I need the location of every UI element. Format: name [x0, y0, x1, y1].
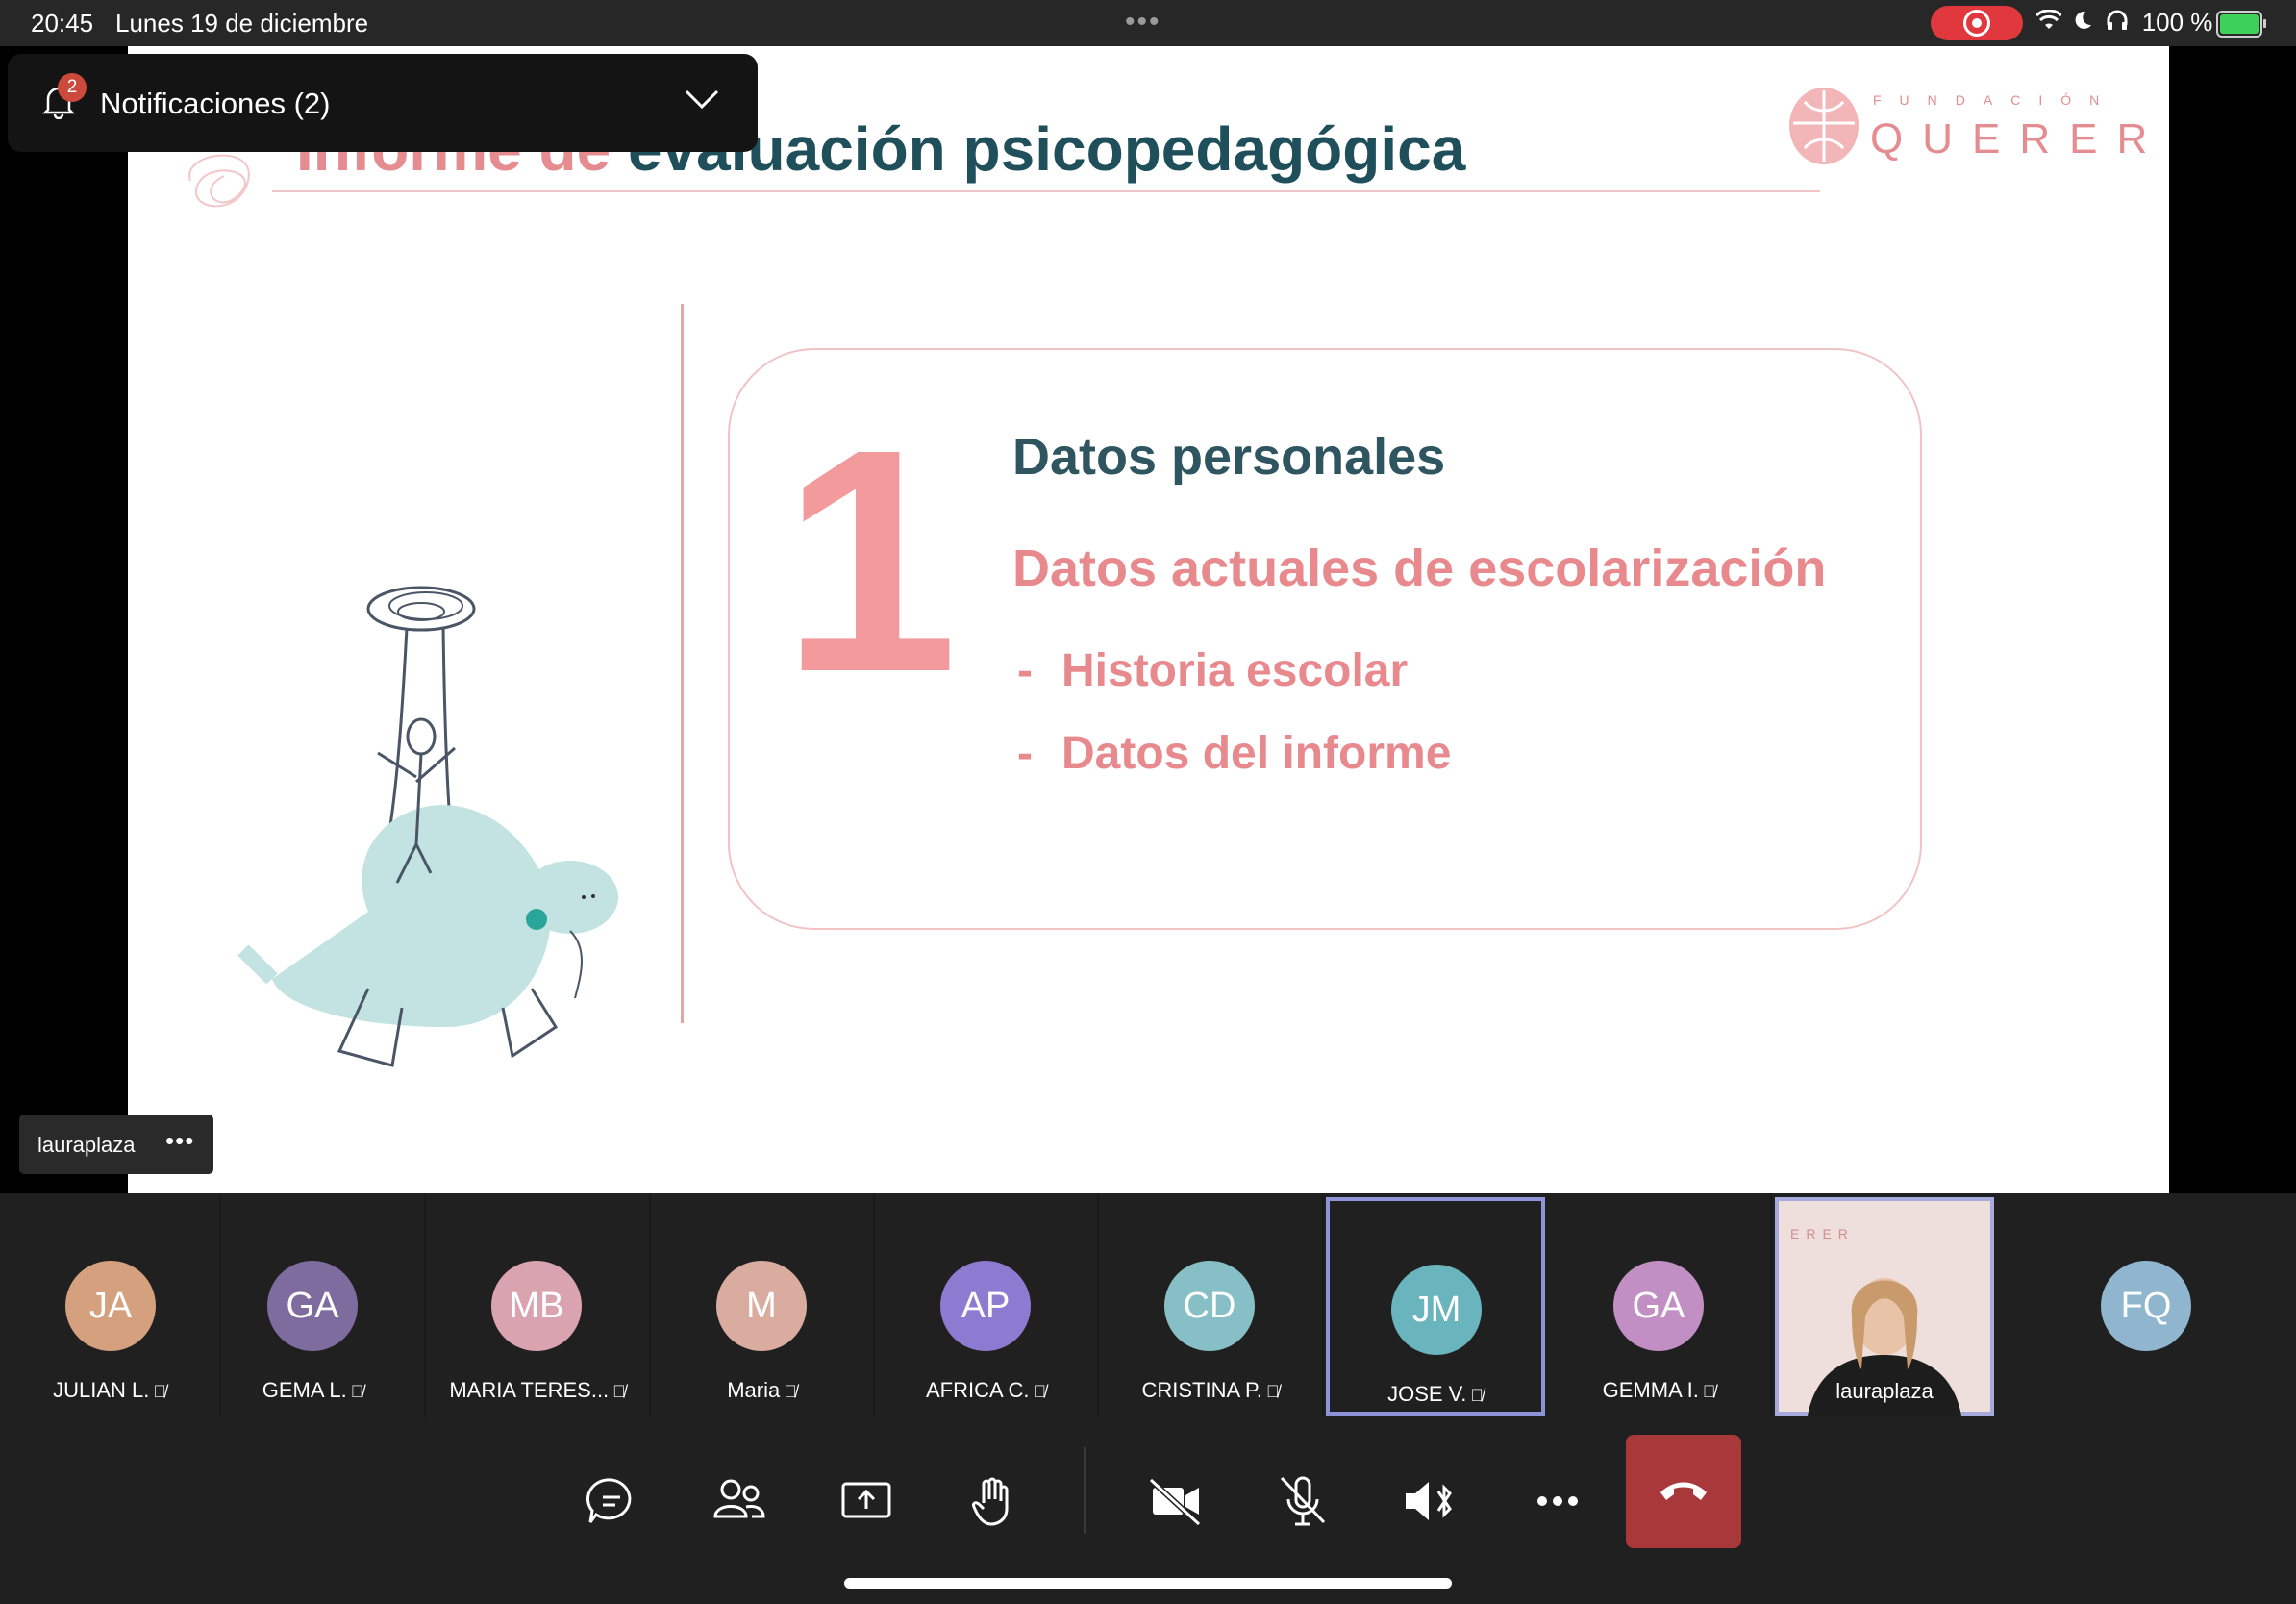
participant-name: lauraplaza: [1835, 1379, 1934, 1403]
mic-off-icon[interactable]: [1262, 1461, 1343, 1541]
call-toolbar: [0, 1418, 2296, 1604]
participant-tile[interactable]: JA JULIAN L. 🎙̸: [0, 1193, 221, 1418]
avatar: GA: [1613, 1261, 1704, 1351]
moon-icon: [2074, 8, 2100, 37]
agenda-subitem-label: Datos del informe: [1061, 728, 1452, 779]
headphones-icon: [2106, 8, 2135, 37]
status-date: Lunes 19 de diciembre: [115, 9, 369, 38]
participant-name-text: CRISTINA P.: [1141, 1378, 1263, 1402]
turtle-illustration: [237, 586, 618, 1067]
participant-tile[interactable]: GA GEMA L. 🎙̸: [202, 1193, 426, 1418]
presenter-more-icon[interactable]: •••: [165, 1126, 194, 1156]
participant-name: Maria 🎙̸: [651, 1378, 873, 1403]
toolbar-divider: [1084, 1447, 1086, 1534]
participant-name: JULIAN L. 🎙̸: [0, 1378, 219, 1403]
agenda-item-escolarizacion: Datos actuales de escolarización: [1012, 539, 1827, 597]
participant-video-tile[interactable]: ERER lauraplaza: [1775, 1197, 1994, 1416]
agenda-subitem-label: Historia escolar: [1061, 645, 1409, 696]
agenda-subitem-historia: - Historia escolar: [1017, 644, 1408, 697]
participant-name: GEMMA I. 🎙̸: [1548, 1378, 1770, 1403]
raise-hand-icon[interactable]: [953, 1461, 1034, 1541]
brand-querer: QUERER: [1870, 115, 2167, 163]
agenda-item-datos-personales: Datos personales: [1012, 428, 1446, 486]
avatar: MB: [491, 1261, 582, 1351]
avatar: JM: [1391, 1265, 1482, 1355]
avatar: FQ: [2101, 1261, 2191, 1351]
mic-muted-icon: 🎙̸: [612, 1382, 626, 1401]
vertical-divider: [681, 304, 684, 1023]
hangup-icon: [1660, 1482, 1707, 1500]
presenter-name: lauraplaza: [37, 1133, 136, 1157]
screen-record-indicator[interactable]: [1931, 6, 2023, 40]
brand-fundacion: FUNDACIÓN: [1873, 92, 2118, 108]
wifi-icon: [2034, 8, 2068, 37]
system-icons: 100 %: [2034, 8, 2218, 38]
mic-muted-icon: 🎙̸: [1266, 1382, 1280, 1401]
notifications-label: Notificaciones (2): [100, 87, 331, 120]
mic-muted-icon: 🎙̸: [350, 1382, 364, 1401]
avatar: AP: [940, 1261, 1031, 1351]
multitasking-dots-icon[interactable]: •••: [1125, 6, 1161, 38]
participants-strip: JA JULIAN L. 🎙̸ GA GEMA L. 🎙̸ MB MARIA TER…: [0, 1193, 2296, 1418]
avatar: CD: [1164, 1261, 1255, 1351]
title-underline: [272, 190, 1820, 192]
participant-tile[interactable]: MB MARIA TERES... 🎙̸: [426, 1193, 651, 1418]
record-icon: [1963, 10, 1990, 37]
participant-name-text: AFRICA C.: [925, 1378, 1030, 1402]
participant-name: AFRICA C. 🎙̸: [875, 1378, 1097, 1403]
shared-slide: Informe de evaluación psicopedagógica FU…: [128, 46, 2169, 1193]
participant-name: CRISTINA P. 🎙̸: [1099, 1378, 1322, 1403]
mic-muted-icon: 🎙̸: [153, 1382, 166, 1401]
participant-name: MARIA TERES... 🎙̸: [426, 1378, 649, 1403]
section-number: 1: [782, 383, 959, 738]
status-bar: 20:45 Lunes 19 de diciembre ••• 100 %: [0, 0, 2296, 46]
participant-tile[interactable]: FQ: [1997, 1193, 2296, 1418]
agenda-subitem-informe: - Datos del informe: [1017, 727, 1451, 780]
bullet-dash: -: [1017, 645, 1033, 696]
share-screen-icon[interactable]: [826, 1461, 907, 1541]
people-icon[interactable]: [698, 1461, 779, 1541]
participant-name: GEMA L. 🎙̸: [202, 1378, 424, 1403]
battery-icon: [2216, 11, 2266, 38]
participant-name: JOSE V. 🎙̸: [1330, 1382, 1541, 1407]
mic-muted-icon: 🎙̸: [1702, 1382, 1716, 1401]
avatar: M: [716, 1261, 807, 1351]
chat-icon[interactable]: [571, 1461, 652, 1541]
participant-name-text: JULIAN L.: [53, 1378, 150, 1402]
participant-tile[interactable]: GA GEMMA I. 🎙̸: [1548, 1193, 1772, 1418]
chevron-down-icon[interactable]: [685, 88, 719, 110]
avatar: JA: [65, 1261, 156, 1351]
participant-tile[interactable]: CD CRISTINA P. 🎙̸: [1099, 1193, 1324, 1418]
notification-count-badge: 2: [58, 73, 87, 102]
more-icon[interactable]: [1517, 1461, 1598, 1541]
participant-name-text: MARIA TERES...: [449, 1378, 610, 1402]
bullet-dash: -: [1017, 728, 1033, 779]
participant-name-text: JOSE V.: [1387, 1382, 1467, 1406]
avatar: GA: [267, 1261, 358, 1351]
status-time: 20:45: [31, 9, 94, 38]
brain-logo-icon: [1789, 88, 1859, 164]
participant-tile-active[interactable]: JM JOSE V. 🎙̸: [1326, 1197, 1545, 1416]
participant-name-text: GEMA L.: [262, 1378, 347, 1402]
participant-tile[interactable]: AP AFRICA C. 🎙̸: [875, 1193, 1099, 1418]
speaker-bluetooth-icon[interactable]: [1390, 1461, 1471, 1541]
presenter-label[interactable]: lauraplaza •••: [19, 1115, 213, 1174]
hangup-button[interactable]: [1626, 1435, 1741, 1548]
participant-name-text: GEMMA I.: [1602, 1378, 1699, 1402]
mic-muted-icon: 🎙̸: [784, 1382, 797, 1401]
mic-muted-icon: 🎙̸: [1470, 1386, 1484, 1405]
battery-percent: 100 %: [2141, 8, 2213, 37]
scribble-decoration-icon: [188, 154, 250, 208]
camera-off-icon[interactable]: [1136, 1461, 1216, 1541]
participant-tile[interactable]: M Maria 🎙̸: [651, 1193, 875, 1418]
participant-name-text: Maria: [727, 1378, 781, 1402]
mic-muted-icon: 🎙̸: [1033, 1382, 1047, 1401]
home-indicator[interactable]: [844, 1578, 1452, 1589]
notifications-banner[interactable]: 2 Notificaciones (2): [8, 54, 758, 152]
